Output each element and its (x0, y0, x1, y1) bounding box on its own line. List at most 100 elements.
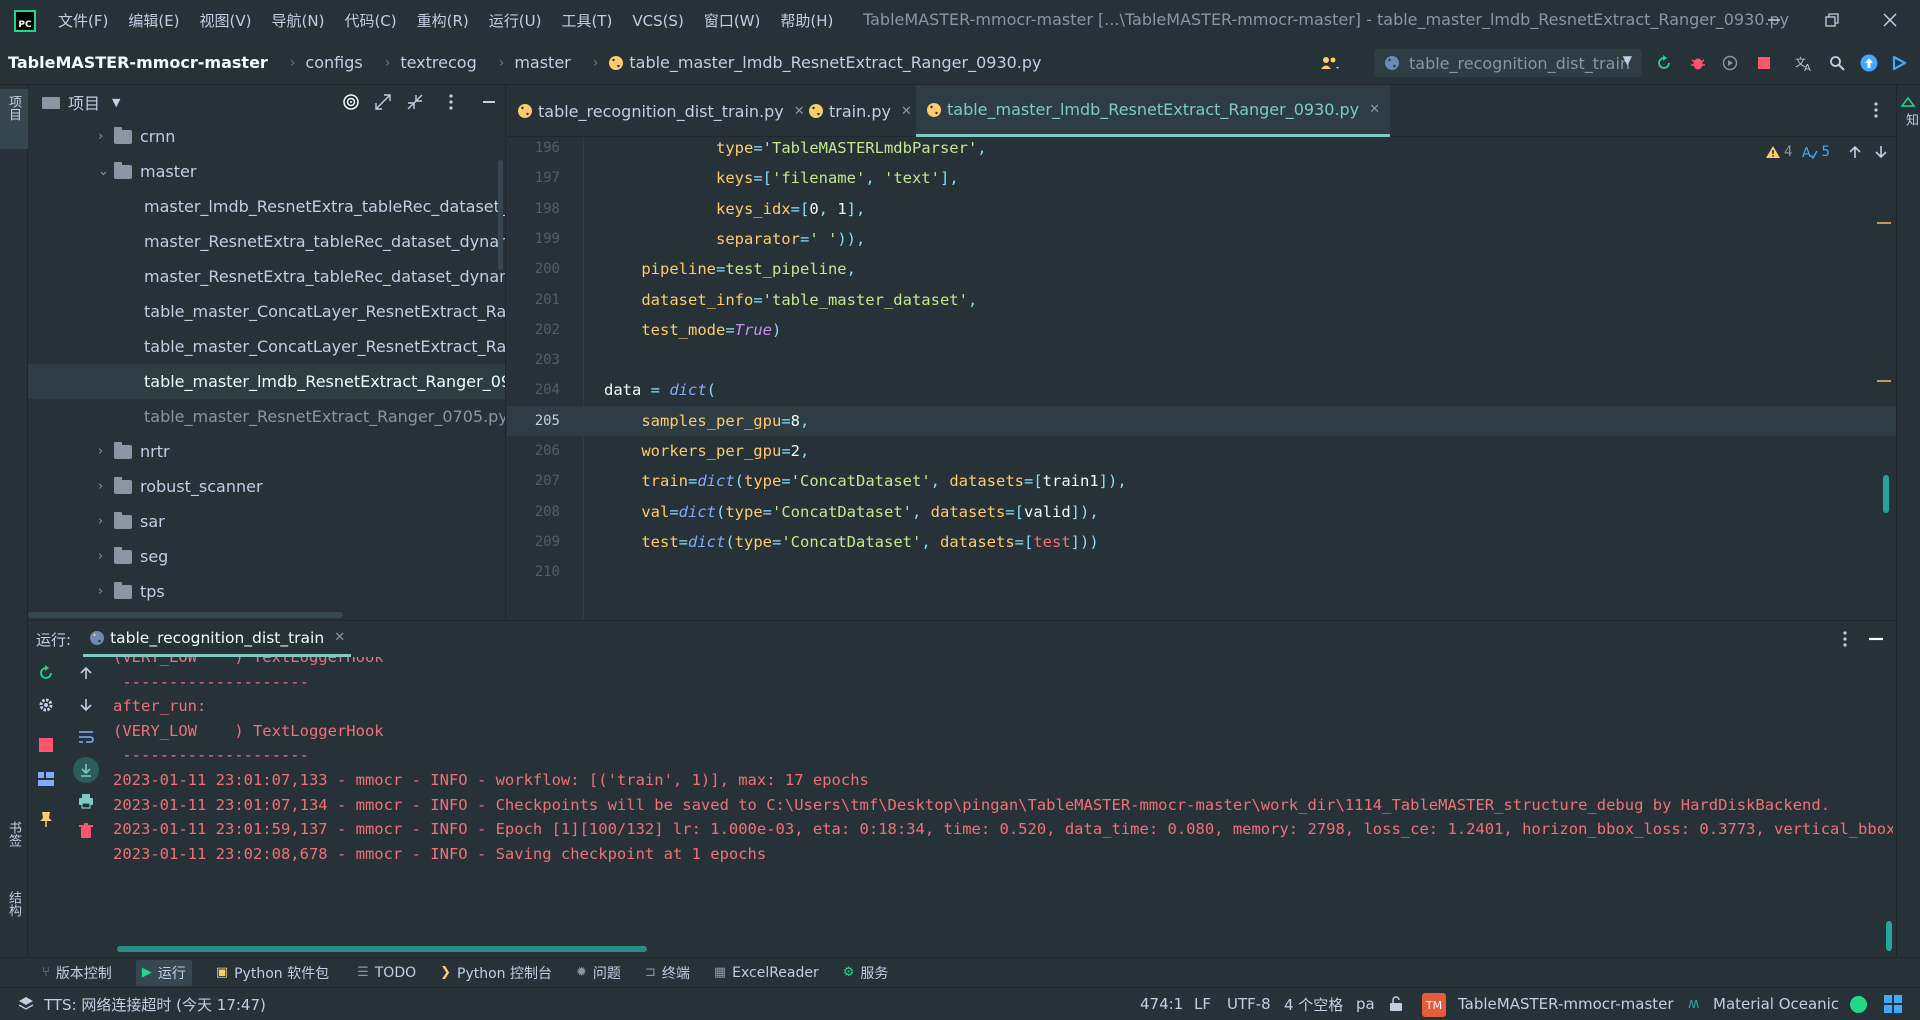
breadcrumb-master[interactable]: › master (499, 53, 571, 72)
options-button[interactable] (448, 93, 454, 111)
code-line[interactable]: 202 test_mode=True) (507, 315, 1896, 345)
line-number[interactable]: 197 (527, 170, 560, 186)
code-line[interactable]: 201 dataset_info='table_master_dataset', (507, 285, 1896, 315)
tool-services[interactable]: ⚙ 服务 (843, 963, 889, 983)
menu-navigate[interactable]: 导航(N) (272, 10, 325, 31)
chevron-down-icon[interactable]: ▼ (112, 96, 120, 109)
stop-button[interactable] (1754, 53, 1774, 73)
menu-help[interactable]: 帮助(H) (780, 10, 833, 31)
hide-panel-button[interactable] (482, 93, 496, 111)
search-everywhere-button[interactable] (1827, 53, 1847, 73)
line-number[interactable]: 210 (527, 564, 560, 580)
editor-scrollbar[interactable] (1883, 475, 1889, 513)
code-line[interactable]: 204 data = dict( (507, 375, 1896, 405)
update-button[interactable] (1859, 53, 1879, 73)
chevron-down-icon[interactable]: ⌄ (98, 164, 114, 179)
chevron-right-icon[interactable]: › (98, 444, 114, 459)
status-message[interactable]: TTS: 网络连接超时 (今天 17:47) (44, 994, 266, 1015)
line-separator[interactable]: LF (1194, 995, 1211, 1013)
chevron-right-icon[interactable]: › (98, 479, 114, 494)
line-number[interactable]: 209 (527, 534, 560, 550)
menu-vcs[interactable]: VCS(S) (632, 12, 683, 30)
bookmarks-tool-button[interactable]: 书签 (0, 815, 28, 885)
tree-folder-seg[interactable]: › seg (28, 539, 505, 574)
tree-folder-robust-scanner[interactable]: › robust_scanner (28, 469, 505, 504)
notifications-tool-button[interactable]: 通知 (1899, 95, 1918, 126)
line-number[interactable]: 202 (527, 322, 560, 338)
tree-folder-nrtr[interactable]: › nrtr (28, 434, 505, 469)
status-project-name[interactable]: TableMASTER-mmocr-master (1458, 995, 1674, 1013)
locate-file-button[interactable] (342, 93, 360, 111)
file-encoding[interactable]: UTF-8 (1227, 995, 1271, 1013)
warning-marker[interactable] (1877, 380, 1891, 382)
tool-python-packages[interactable]: ▣ Python 软件包 (216, 963, 329, 983)
scroll-up-button[interactable] (76, 663, 96, 683)
line-number[interactable]: 199 (527, 231, 560, 247)
tab-table-recognition-dist-train[interactable]: table_recognition_dist_train.py ✕ (507, 85, 815, 137)
code-line[interactable]: 205 samples_per_gpu=8, (507, 405, 1896, 436)
tree-file[interactable]: table_master_ConcatLayer_ResnetExtract_R… (28, 329, 505, 364)
restore-button[interactable] (1818, 8, 1846, 32)
menu-edit[interactable]: 编辑(E) (128, 10, 179, 31)
menu-view[interactable]: 视图(V) (200, 10, 252, 31)
collaboration-button[interactable] (1320, 53, 1340, 73)
windows-grid-icon[interactable] (1884, 995, 1902, 1013)
scroll-to-end-button[interactable] (73, 757, 99, 783)
tool-terminal[interactable]: ⊐ 终端 (645, 963, 690, 983)
code-line[interactable]: 196 type='TableMASTERLmdbParser', (507, 138, 1896, 163)
console-horizontal-scrollbar[interactable] (117, 946, 647, 952)
status-indicator-icon[interactable] (1850, 996, 1867, 1013)
run-settings-button[interactable] (36, 695, 56, 715)
breadcrumb-project[interactable]: TableMASTER-mmocr-master (8, 53, 268, 72)
close-tab-icon[interactable]: ✕ (1369, 102, 1380, 117)
stop-process-button[interactable] (36, 735, 56, 755)
tab-options-button[interactable] (1873, 101, 1879, 119)
chevron-right-icon[interactable]: › (98, 584, 114, 599)
arrow-up-icon[interactable] (1848, 145, 1862, 159)
inspection-widget[interactable]: 4 A 5 (1765, 144, 1888, 160)
tree-file[interactable]: master_ResnetExtra_tableRec_dataset_dyna… (28, 259, 505, 294)
translate-button[interactable]: 文A (1794, 53, 1814, 73)
menu-refactor[interactable]: 重构(R) (417, 10, 469, 31)
caret-position[interactable]: 474:1 (1140, 995, 1183, 1013)
code-line[interactable]: 200 pipeline=test_pipeline, (507, 254, 1896, 284)
run-config-selector[interactable]: table_recognition_dist_train ▼ (1374, 49, 1642, 77)
tree-file-selected[interactable]: table_master_lmdb_ResnetExtract_Ranger_0… (28, 364, 505, 399)
line-number[interactable]: 200 (527, 261, 560, 277)
code-line[interactable]: 199 separator=' ')), (507, 224, 1896, 254)
unlock-icon[interactable] (1389, 996, 1403, 1012)
code-editor[interactable]: 196 type='TableMASTERLmdbParser', 197 key… (507, 138, 1896, 620)
tool-excel-reader[interactable]: ▦ ExcelReader (714, 965, 819, 981)
structure-tool-button[interactable]: 结构 (0, 885, 28, 965)
line-number[interactable]: 204 (527, 382, 560, 398)
line-number[interactable]: 203 (527, 352, 560, 368)
tool-problems[interactable]: ✹ 问题 (576, 963, 621, 983)
code-line[interactable]: 208 val=dict(type='ConcatDataset', datas… (507, 497, 1896, 527)
tree-file[interactable]: master_lmdb_ResnetExtra_tableRec_dataset… (28, 189, 505, 224)
tool-run[interactable]: ▶ 运行 (135, 959, 192, 986)
close-window-button[interactable] (1876, 8, 1904, 32)
rerun-button[interactable] (36, 663, 56, 683)
tree-file[interactable]: table_master_ConcatLayer_ResnetExtract_R… (28, 294, 505, 329)
tree-folder-crnn[interactable]: › crnn (28, 119, 505, 154)
theme-name[interactable]: Material Oceanic (1713, 995, 1839, 1013)
tree-folder-sar[interactable]: › sar (28, 504, 505, 539)
debug-button[interactable] (1688, 53, 1708, 73)
code-line[interactable]: 207 train=dict(type='ConcatDataset', dat… (507, 466, 1896, 496)
layers-icon[interactable] (18, 996, 34, 1012)
close-run-tab-icon[interactable]: ✕ (334, 630, 345, 645)
run-coverage-button[interactable] (1720, 53, 1740, 73)
line-number[interactable]: 198 (527, 201, 560, 217)
code-line[interactable]: 209 test=dict(type='ConcatDataset', data… (507, 527, 1896, 557)
line-number[interactable]: 205 (527, 413, 560, 429)
warning-marker[interactable] (1877, 222, 1891, 224)
breadcrumb-file[interactable]: › table_master_lmdb_ResnetExtract_Ranger… (593, 53, 1042, 72)
line-number[interactable]: 206 (527, 443, 560, 459)
chevron-right-icon[interactable]: › (98, 549, 114, 564)
vertical-scrollbar[interactable] (498, 160, 503, 270)
chevron-right-icon[interactable]: › (98, 514, 114, 529)
breadcrumb-textrecog[interactable]: › textrecog (385, 53, 477, 72)
rerun-button[interactable] (1654, 53, 1674, 73)
project-tool-button[interactable]: 项目 (0, 89, 28, 149)
python-interpreter[interactable]: pa (1356, 995, 1375, 1013)
